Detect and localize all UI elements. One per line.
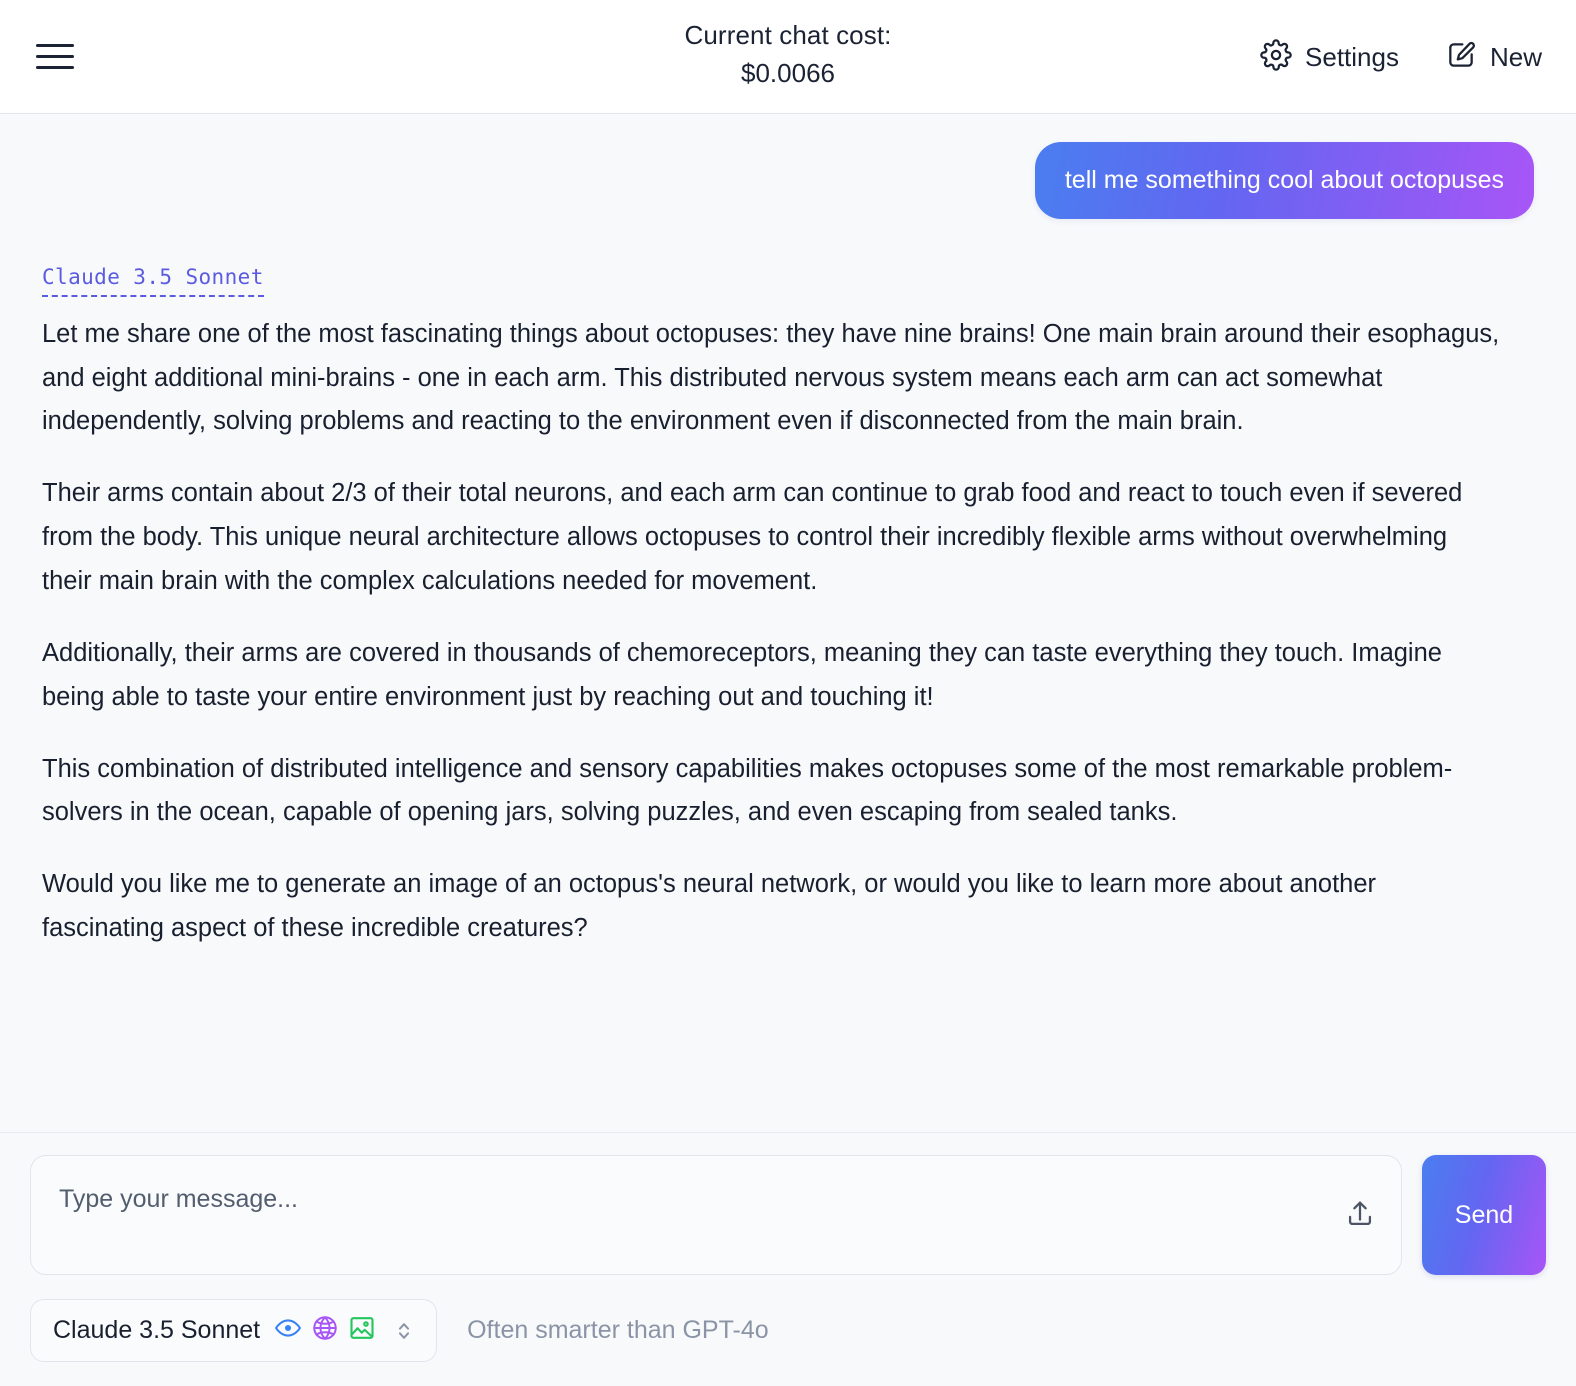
chevron-up-down-icon[interactable] (394, 1317, 414, 1345)
user-message-bubble: tell me something cool about octopuses (1034, 142, 1534, 219)
assistant-paragraph: This combination of distributed intellig… (42, 754, 1453, 827)
image-icon (348, 1314, 376, 1347)
chat-messages-area[interactable]: tell me something cool about octopuses C… (0, 114, 1576, 1133)
upload-icon (1343, 1197, 1377, 1234)
message-input[interactable] (31, 1156, 1401, 1274)
new-chat-label: New (1489, 41, 1542, 72)
assistant-message-row: Claude 3.5 Sonnet Let me share one of th… (42, 265, 1534, 952)
chat-app-window: Current chat cost: $0.0066 Settings New … (0, 0, 1576, 1386)
model-capability-icons (274, 1314, 376, 1347)
settings-label: Settings (1305, 41, 1399, 72)
hamburger-bar (36, 66, 74, 69)
new-chat-button[interactable]: New (1445, 39, 1542, 74)
hamburger-bar (36, 44, 74, 47)
eye-icon (274, 1314, 302, 1347)
assistant-message-body: Let me share one of the most fascinating… (42, 313, 1534, 951)
assistant-paragraph: Their arms contain about 2/3 of their to… (42, 479, 1463, 595)
send-button[interactable]: Send (1422, 1155, 1546, 1275)
hamburger-menu-icon[interactable] (34, 35, 78, 79)
model-selector[interactable]: Claude 3.5 Sonnet (30, 1299, 438, 1362)
settings-button[interactable]: Settings (1260, 39, 1399, 74)
composer-input-row: Send (30, 1155, 1546, 1275)
user-message-row: tell me something cool about octopuses (42, 142, 1534, 219)
app-header: Current chat cost: $0.0066 Settings New (0, 0, 1576, 114)
model-selector-label: Claude 3.5 Sonnet (53, 1316, 261, 1344)
assistant-model-tag: Claude 3.5 Sonnet (42, 265, 264, 297)
assistant-paragraph: Additionally, their arms are covered in … (42, 638, 1442, 711)
assistant-paragraph: Let me share one of the most fascinating… (42, 319, 1500, 436)
upload-button[interactable] (1337, 1192, 1383, 1238)
assistant-paragraph: Would you like me to generate an image o… (42, 870, 1377, 943)
model-selector-bar: Claude 3.5 Sonnet Often smarter than GPT… (30, 1299, 1546, 1362)
header-actions: Settings New (1260, 39, 1542, 74)
hamburger-bar (36, 55, 74, 58)
model-hint-text: Often smarter than GPT-4o (467, 1316, 769, 1344)
globe-icon (311, 1314, 339, 1347)
gear-icon (1260, 39, 1292, 74)
compose-pencil-icon (1445, 39, 1477, 74)
message-input-wrapper (30, 1155, 1402, 1275)
composer-area: Send Claude 3.5 Sonnet (0, 1133, 1576, 1386)
